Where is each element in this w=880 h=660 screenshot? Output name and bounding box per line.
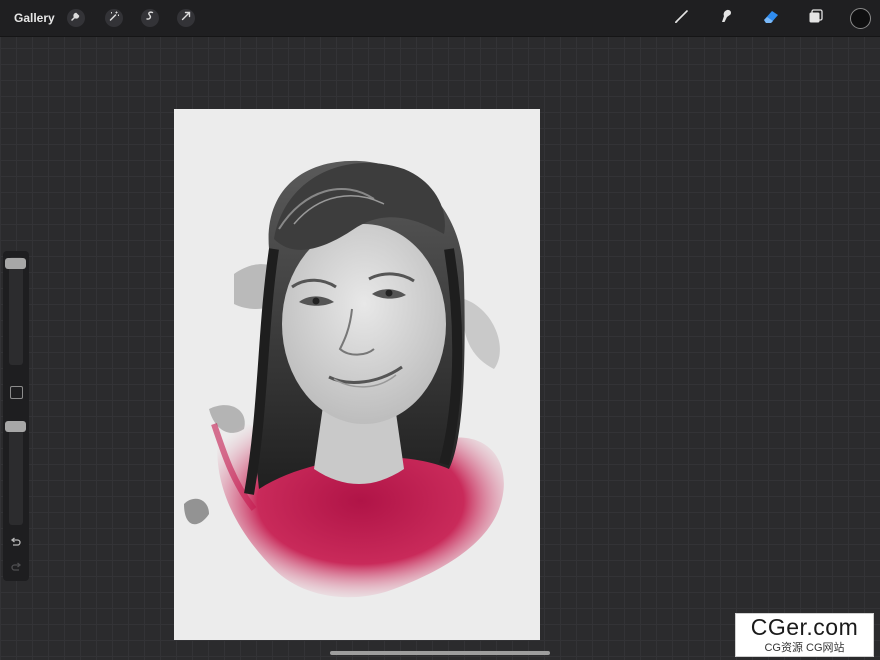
home-indicator[interactable] [330,651,550,655]
wrench-icon [70,9,82,27]
smudge-tool-button[interactable] [716,8,736,28]
undo-arrow-icon [9,537,23,554]
brush-size-slider[interactable] [9,257,23,365]
erase-tool-button[interactable] [761,8,781,28]
brush-icon [673,7,691,30]
left-sidebar [3,251,29,581]
top-toolbar: Gallery [0,0,880,37]
modify-button[interactable] [10,386,23,399]
brush-size-thumb[interactable] [5,258,26,269]
opacity-thumb[interactable] [5,421,26,432]
watermark-badge: CGer.com CG资源 CG网站 [735,613,874,657]
transform-arrow-icon [180,9,192,27]
transform-button[interactable] [177,9,195,27]
watermark-main-text: CGer.com [750,614,859,640]
drawing-canvas[interactable] [174,109,540,640]
gallery-button[interactable]: Gallery [14,11,55,25]
smudge-icon [717,7,735,30]
paint-tool-button[interactable] [672,8,692,28]
selection-button[interactable] [141,9,159,27]
watermark-sub-text: CG资源 CG网站 [764,642,845,654]
selection-icon [144,9,156,27]
eraser-icon [761,7,781,30]
magic-wand-icon [108,9,120,27]
color-picker-swatch[interactable] [850,8,871,29]
layers-icon [807,7,825,30]
actions-button[interactable] [67,9,85,27]
layers-button[interactable] [806,8,826,28]
portrait-artwork [184,160,504,598]
redo-button[interactable] [9,561,23,575]
redo-arrow-icon [9,562,23,579]
undo-button[interactable] [9,536,23,550]
adjustments-button[interactable] [105,9,123,27]
opacity-slider[interactable] [9,421,23,525]
